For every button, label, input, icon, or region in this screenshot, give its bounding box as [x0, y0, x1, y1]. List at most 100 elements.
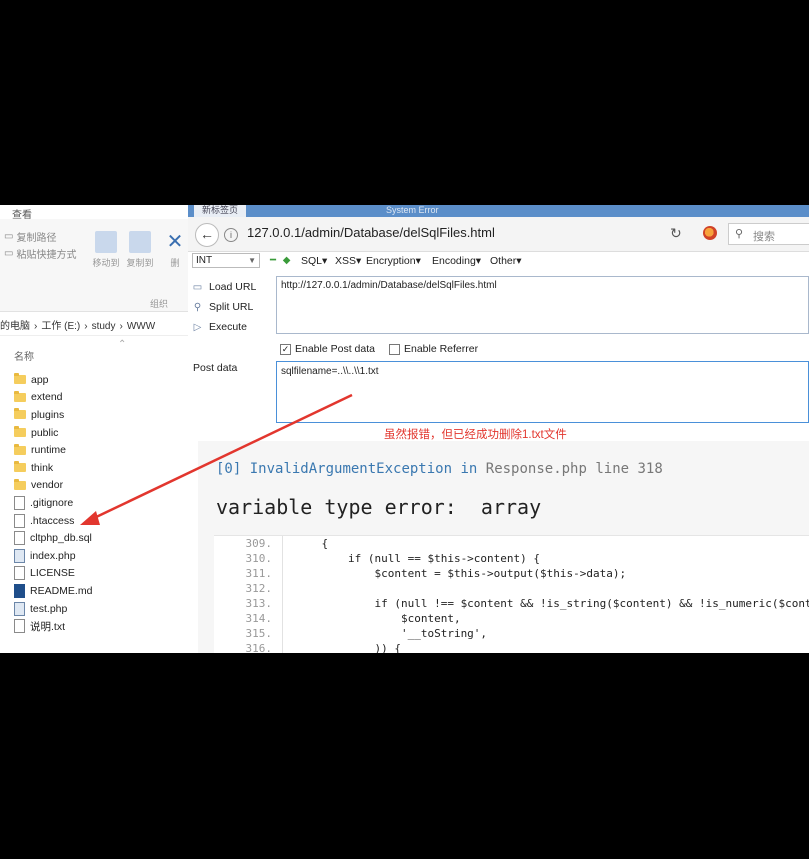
folder-icon: [14, 390, 26, 402]
error-message: variable type error: array: [216, 495, 542, 519]
post-data-label: Post data: [193, 362, 238, 374]
search-placeholder: 搜索: [753, 231, 775, 243]
hackbar-toolbar: INT ▼ ━ ◆ SQL▾ XSS▾ Encryption▾ Encoding…: [188, 252, 809, 270]
ribbon: ▭ 复制路径 ▭ 粘贴快捷方式 移动到 复制到 ✕ 删 组织: [0, 219, 188, 312]
exception-heading: [0] InvalidArgumentException in Response…: [216, 461, 663, 477]
file-row[interactable]: LICENSE: [14, 565, 184, 583]
menu-xss[interactable]: XSS▾: [335, 255, 361, 267]
chevron-down-icon: ▼: [248, 256, 256, 265]
file-row[interactable]: test.php: [14, 600, 184, 618]
file-name: LICENSE: [30, 567, 75, 580]
file-explorer: 查看 ▭复制路径 ▭粘贴快捷方式 移动到 复制到 ✕ 删 组织 的电脑›: [0, 205, 189, 653]
menu-encoding[interactable]: Encoding▾: [432, 255, 481, 267]
code-text: if (null !== $content && !is_string($con…: [295, 597, 809, 610]
reload-icon[interactable]: ↻: [670, 225, 682, 242]
file-row[interactable]: .htaccess: [14, 512, 184, 530]
file-row[interactable]: 说明.txt: [14, 617, 184, 635]
copy-path-icon: ▭: [4, 231, 14, 242]
int-select[interactable]: INT ▼: [192, 253, 260, 268]
info-icon[interactable]: i: [224, 228, 238, 242]
code-line: 309. {: [214, 536, 809, 551]
folder-icon: [14, 408, 26, 420]
error-page: [0] InvalidArgumentException in Response…: [198, 441, 809, 653]
file-name: test.php: [30, 602, 68, 615]
enable-post-checkbox[interactable]: ✓ Enable Post data: [280, 343, 375, 355]
file-row[interactable]: runtime: [14, 441, 184, 459]
column-header-name[interactable]: 名称: [14, 348, 34, 363]
tab-new[interactable]: 新标签页: [194, 205, 247, 217]
file-row[interactable]: app: [14, 371, 184, 389]
paste-shortcut-button[interactable]: ▭ 粘贴快捷方式: [4, 246, 76, 261]
code-line: 311. $content = $this->output($this->dat…: [214, 566, 809, 581]
file-name: think: [31, 461, 54, 474]
paste-shortcut-icon: ▭: [4, 248, 14, 259]
file-name: app: [31, 373, 49, 386]
file-name: .gitignore: [30, 496, 74, 509]
file-row[interactable]: extend: [14, 389, 184, 407]
code-line: 313. if (null !== $content && !is_string…: [214, 596, 809, 611]
back-arrow-icon[interactable]: ←: [195, 223, 219, 247]
breadcrumb-0[interactable]: 的电脑: [0, 321, 30, 332]
file-name: README.md: [30, 584, 93, 597]
line-number: 316.: [214, 641, 283, 653]
ribbon-group-organize: 组织: [150, 299, 169, 309]
menu-sql[interactable]: SQL▾: [301, 255, 327, 267]
file-icon: [14, 619, 25, 634]
file-row[interactable]: plugins: [14, 406, 184, 424]
line-number: 314.: [214, 611, 283, 626]
red-annotation: 虽然报错，但已经成功删除1.txt文件: [384, 429, 567, 441]
file-name: runtime: [31, 444, 67, 457]
delete-button[interactable]: ✕ 删: [162, 231, 188, 269]
copy-path-button[interactable]: ▭ 复制路径: [4, 229, 56, 244]
file-row[interactable]: cltphp_db.sql: [14, 529, 184, 547]
breadcrumb-2[interactable]: study: [92, 321, 116, 332]
line-number: 313.: [214, 596, 283, 611]
folder-icon: [14, 443, 26, 455]
hackbar-url-textarea[interactable]: http://127.0.0.1/admin/Database/delSqlFi…: [276, 276, 809, 334]
execute-icon: ▷: [193, 321, 202, 333]
code-text: if (null == $this->content) {: [295, 552, 541, 565]
breadcrumb-3[interactable]: WWW: [127, 321, 155, 332]
enable-referrer-checkbox[interactable]: Enable Referrer: [388, 343, 478, 355]
navigation-bar: ← i 127.0.0.1/admin/Database/delSqlFiles…: [188, 217, 809, 252]
breadcrumb-sep: ›: [84, 321, 88, 332]
checkbox-empty-icon: [388, 343, 400, 355]
line-number: 310.: [214, 551, 283, 566]
post-data-textarea[interactable]: sqlfilename=..\\..\\1.txt: [276, 361, 809, 423]
move-to-button[interactable]: 移动到: [88, 231, 124, 269]
file-name: extend: [31, 391, 63, 404]
file-name: 说明.txt: [30, 620, 66, 633]
code-text: )) {: [295, 642, 401, 653]
code-line: 312.: [214, 581, 809, 596]
file-name: index.php: [30, 549, 76, 562]
load-url-button[interactable]: ▭ Load URL: [192, 277, 257, 297]
file-row[interactable]: .gitignore: [14, 494, 184, 512]
search-input[interactable]: ⚲ 搜索: [728, 223, 809, 245]
increment-decrement-icons[interactable]: ━ ◆: [270, 255, 293, 266]
folder-icon: [14, 426, 26, 438]
file-row[interactable]: think: [14, 459, 184, 477]
address-bar[interactable]: 的电脑 › 工作 (E:) › study › WWW: [0, 317, 188, 336]
file-row[interactable]: vendor: [14, 477, 184, 495]
line-number: 315.: [214, 626, 283, 641]
file-row[interactable]: public: [14, 424, 184, 442]
url-bar[interactable]: 127.0.0.1/admin/Database/delSqlFiles.htm…: [247, 225, 495, 240]
breadcrumb-1[interactable]: 工作 (E:): [41, 321, 80, 332]
execute-button[interactable]: ▷ Execute: [192, 317, 256, 337]
file-row[interactable]: index.php: [14, 547, 184, 565]
file-row[interactable]: README.md: [14, 582, 184, 600]
file-name: public: [31, 426, 59, 439]
browser-window: 新标签页 System Error ← i 127.0.0.1/admin/Da…: [188, 205, 809, 653]
menu-other[interactable]: Other▾: [490, 255, 522, 267]
file-name: plugins: [31, 408, 65, 421]
split-url-button[interactable]: ⚲ Split URL: [192, 297, 256, 317]
copy-to-button[interactable]: 复制到: [122, 231, 158, 269]
line-number: 312.: [214, 581, 283, 596]
search-icon: ⚲: [735, 228, 744, 240]
tab-system-error[interactable]: System Error: [386, 205, 439, 217]
file-icon: [14, 548, 25, 563]
menu-encryption[interactable]: Encryption▾: [366, 255, 421, 267]
firefox-icon[interactable]: [703, 226, 717, 240]
folder-icon: [14, 461, 26, 473]
copy-to-icon: [129, 231, 151, 253]
